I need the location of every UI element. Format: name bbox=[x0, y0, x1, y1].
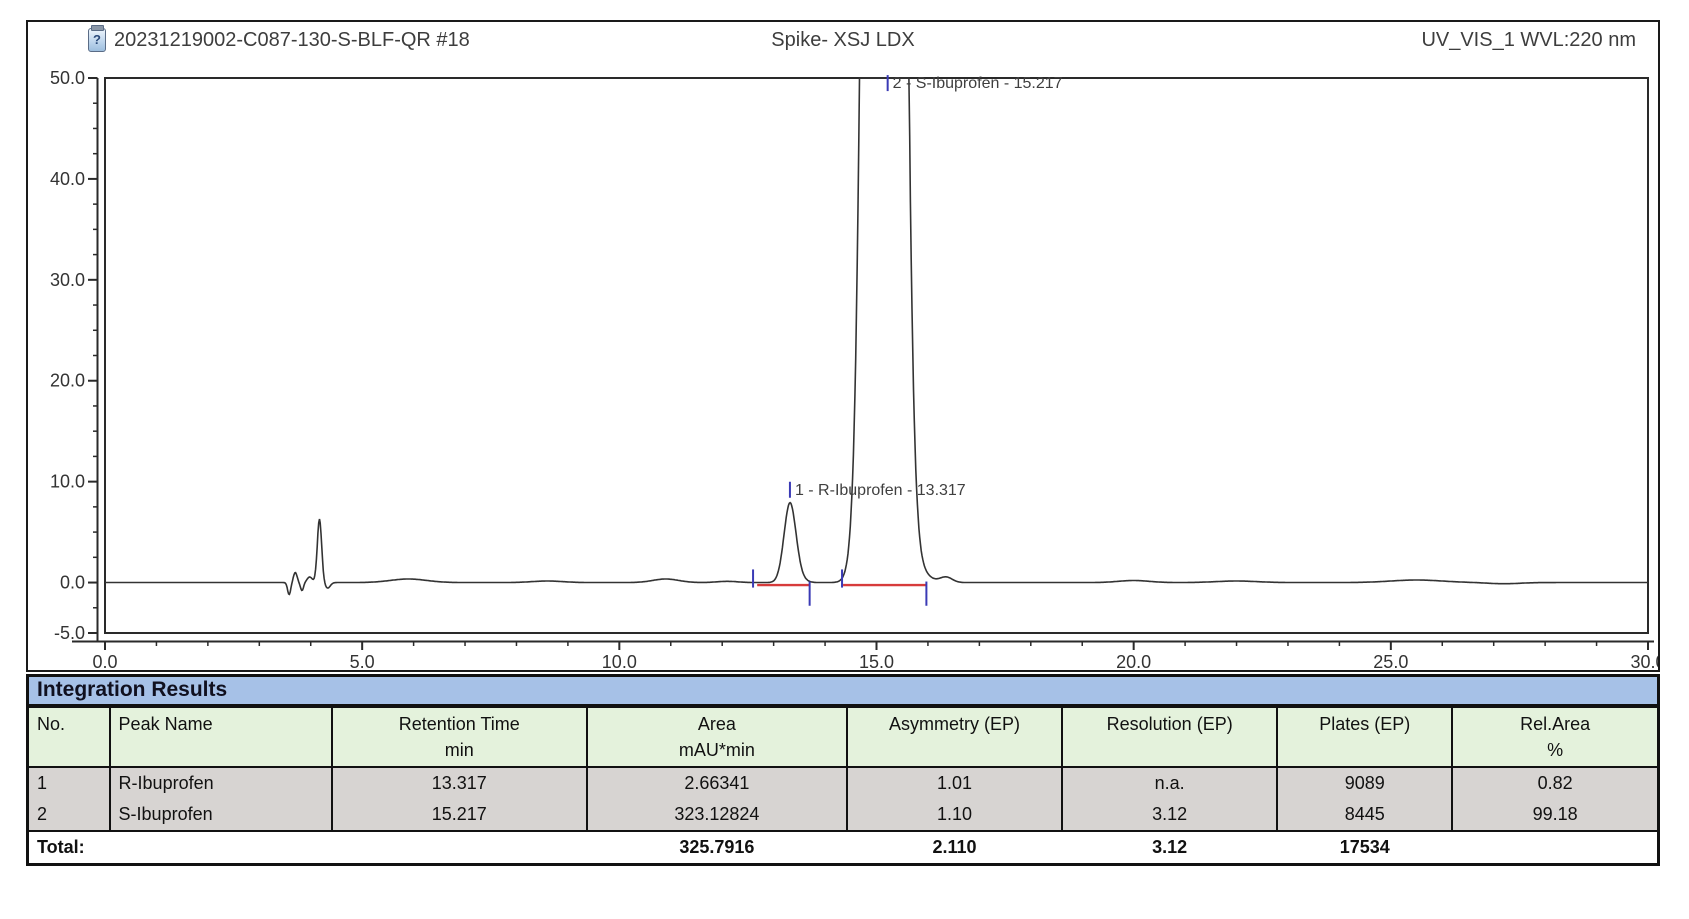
integration-results-section: Integration Results No.Peak NameRetentio… bbox=[26, 674, 1660, 866]
y-tick-label: 20.0 bbox=[50, 371, 85, 391]
value-cell: 15.217 bbox=[332, 799, 587, 831]
value-cell: 2 bbox=[28, 799, 110, 831]
column-header: Plates (EP) bbox=[1277, 707, 1452, 767]
peak-label: 2 - S-Ibuprofen - 15.217 bbox=[893, 75, 1063, 92]
value-cell: n.a. bbox=[1062, 767, 1277, 799]
value-cell: 323.12824 bbox=[587, 799, 847, 831]
chromatogram-panel: -5.0 0.0 10.0 20.0 30.0 40.0 50.0 0.0 5.0 10.0 15.… bbox=[26, 20, 1660, 672]
integration-results-title: Integration Results bbox=[26, 674, 1660, 706]
chart-header: ? 20231219002-C087-130-S-BLF-QR #18 Spik… bbox=[28, 22, 1658, 56]
total-value-cell: 3.12 bbox=[1062, 831, 1277, 865]
x-tick-label: 0.0 bbox=[92, 652, 117, 670]
x-tick-label: 5.0 bbox=[350, 652, 375, 670]
column-header: AreamAU*min bbox=[587, 707, 847, 767]
total-value-cell: 2.110 bbox=[847, 831, 1062, 865]
y-tick-label: 10.0 bbox=[50, 472, 85, 492]
value-cell: 1.10 bbox=[847, 799, 1062, 831]
total-value-cell bbox=[1452, 831, 1658, 865]
signal-trace bbox=[105, 78, 1648, 594]
value-cell: 9089 bbox=[1277, 767, 1452, 799]
column-header: Asymmetry (EP) bbox=[847, 707, 1062, 767]
table-row: 1R-Ibuprofen13.3172.663411.01n.a.90890.8… bbox=[28, 767, 1659, 799]
detector-channel-label: UV_VIS_1 WVL:220 nm bbox=[1421, 29, 1636, 52]
y-tick-label: 40.0 bbox=[50, 169, 85, 189]
table-row: 2S-Ibuprofen15.217323.128241.103.1284459… bbox=[28, 799, 1659, 831]
x-tick-label: 15.0 bbox=[859, 652, 894, 670]
value-cell: 99.18 bbox=[1452, 799, 1658, 831]
column-header: Peak Name bbox=[110, 707, 332, 767]
value-cell: 1 bbox=[28, 767, 110, 799]
report-page: -5.0 0.0 10.0 20.0 30.0 40.0 50.0 0.0 5.0 10.0 15.… bbox=[0, 0, 1689, 919]
value-cell: 3.12 bbox=[1062, 799, 1277, 831]
total-value-cell: 17534 bbox=[1277, 831, 1452, 865]
peak-name-cell: S-Ibuprofen bbox=[110, 799, 332, 831]
x-tick-label: 10.0 bbox=[602, 652, 637, 670]
peak-name-cell: R-Ibuprofen bbox=[110, 767, 332, 799]
x-tick-label: 20.0 bbox=[1116, 652, 1151, 670]
sample-name: Spike- XSJ LDX bbox=[28, 29, 1658, 52]
column-header: No. bbox=[28, 707, 110, 767]
value-cell: 1.01 bbox=[847, 767, 1062, 799]
y-tick-label: 50.0 bbox=[50, 68, 85, 88]
value-cell: 2.66341 bbox=[587, 767, 847, 799]
value-cell: 0.82 bbox=[1452, 767, 1658, 799]
value-cell: 13.317 bbox=[332, 767, 587, 799]
chromatogram-plot: -5.0 0.0 10.0 20.0 30.0 40.0 50.0 0.0 5.0 10.0 15.… bbox=[28, 22, 1658, 670]
column-header: Rel.Area% bbox=[1452, 707, 1658, 767]
column-header: Retention Timemin bbox=[332, 707, 587, 767]
y-tick-label: 30.0 bbox=[50, 270, 85, 290]
total-label: Total: bbox=[28, 831, 587, 865]
y-tick-label: 0.0 bbox=[60, 573, 85, 593]
column-header: Resolution (EP) bbox=[1062, 707, 1277, 767]
y-tick-label: -5.0 bbox=[54, 623, 85, 643]
integration-results-table: No.Peak NameRetention TimeminAreamAU*min… bbox=[26, 706, 1660, 866]
x-tick-label: 30.0 bbox=[1630, 652, 1658, 670]
plot-frame bbox=[105, 78, 1648, 633]
total-row: Total:325.79162.1103.1217534 bbox=[28, 831, 1659, 865]
x-tick-label: 25.0 bbox=[1373, 652, 1408, 670]
total-value-cell: 325.7916 bbox=[587, 831, 847, 865]
peak-label: 1 - R-Ibuprofen - 13.317 bbox=[795, 482, 966, 499]
value-cell: 8445 bbox=[1277, 799, 1452, 831]
